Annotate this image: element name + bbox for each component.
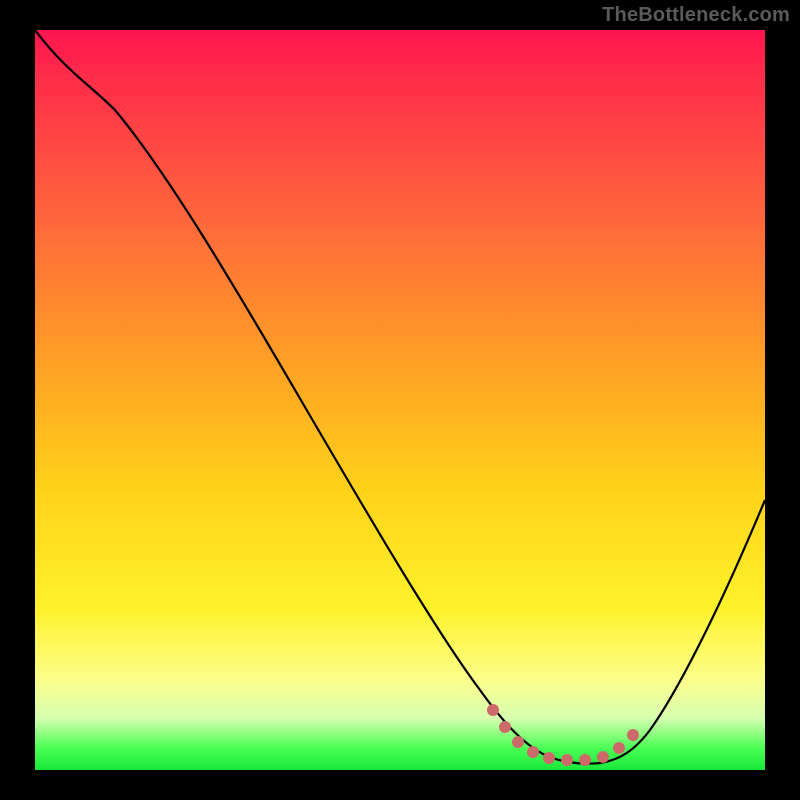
bottleneck-curve <box>35 30 765 764</box>
plot-area <box>35 30 765 770</box>
chart-frame: TheBottleneck.com <box>0 0 800 800</box>
chart-svg <box>35 30 765 770</box>
watermark-text: TheBottleneck.com <box>602 4 790 27</box>
optimal-range-markers <box>487 704 639 766</box>
